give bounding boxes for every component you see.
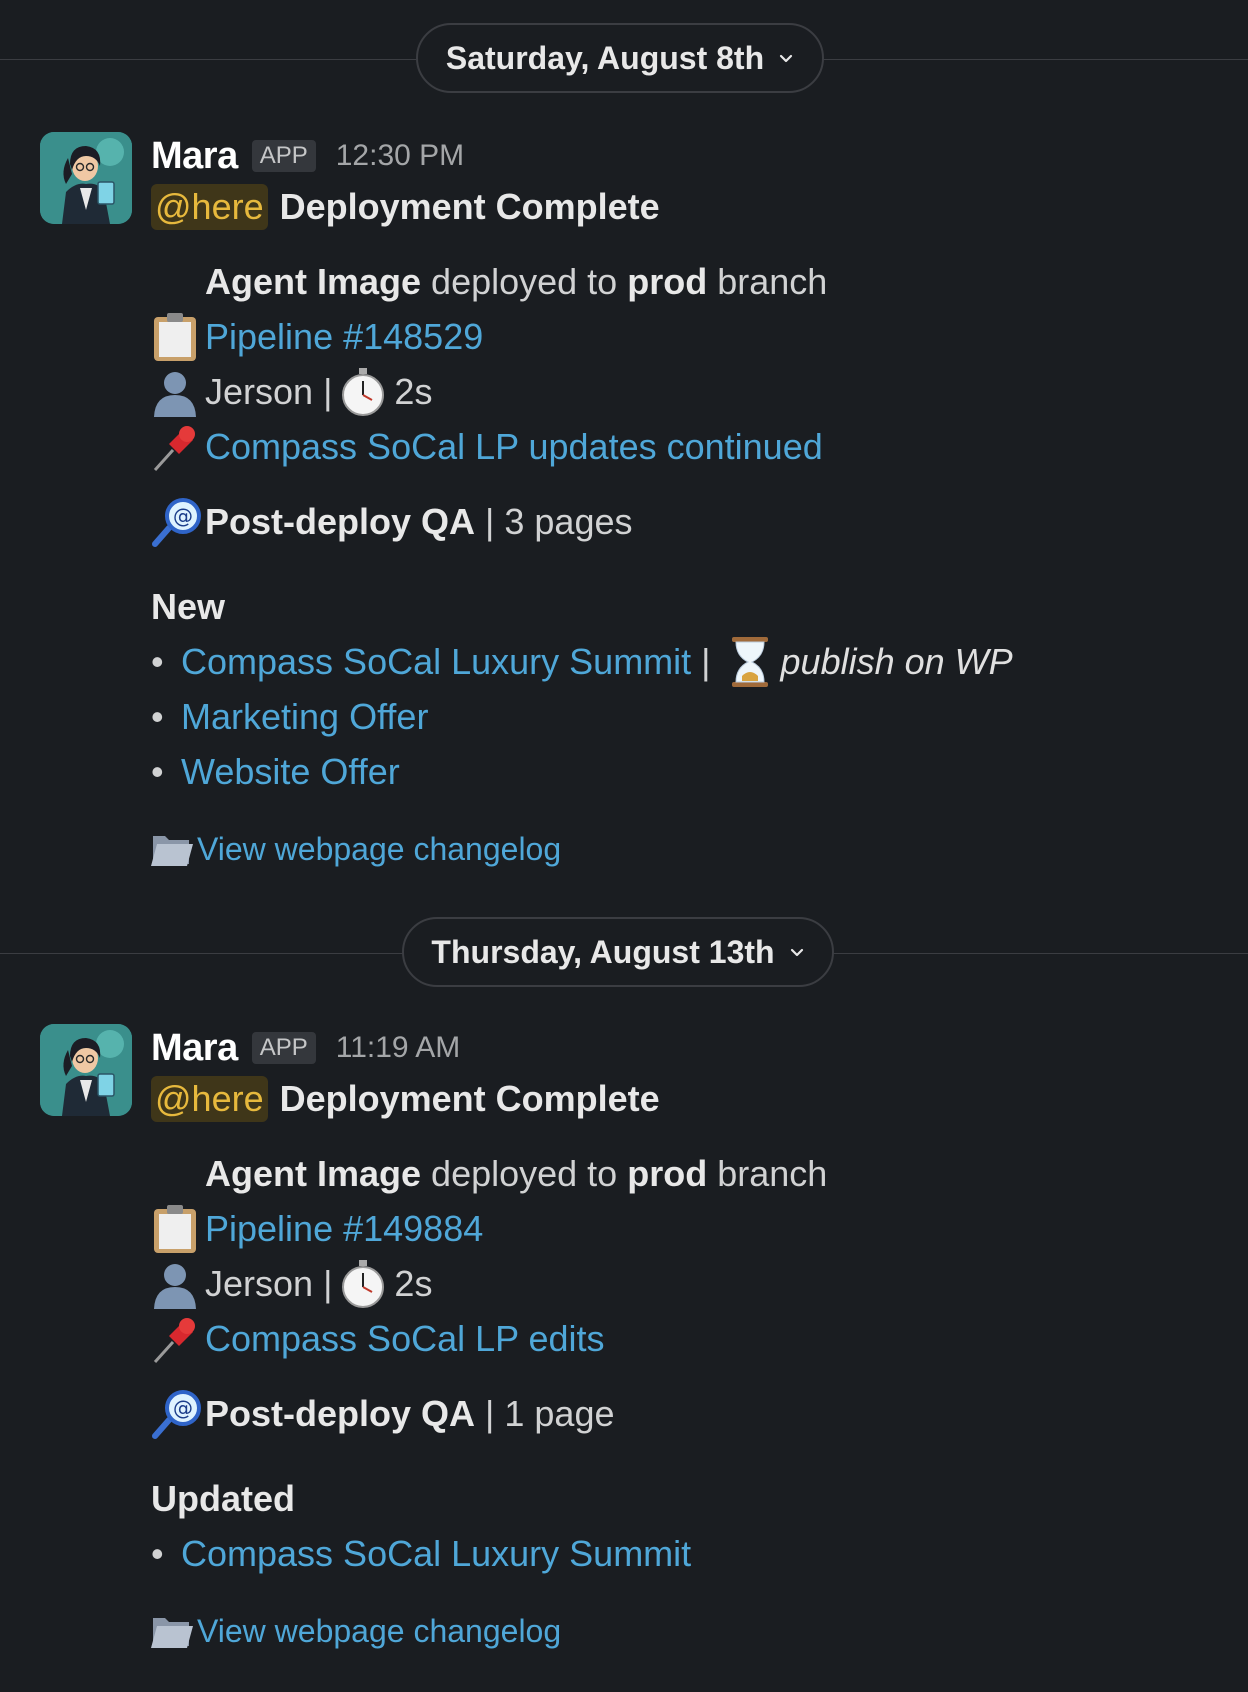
chevron-down-icon — [780, 54, 793, 63]
pushpin-icon — [151, 424, 205, 472]
timestamp[interactable]: 12:30 PM — [336, 139, 464, 173]
date-label: Saturday, August 8th — [445, 39, 765, 76]
bullet: • — [151, 1533, 164, 1574]
hourglass-icon — [725, 637, 775, 687]
date-jump-button[interactable]: Saturday, August 8th — [416, 23, 824, 93]
qa-row: @ Post-deploy QA | 1 page — [151, 1390, 615, 1439]
message-title-row: @here Deployment Complete — [151, 1076, 660, 1122]
message-title: Deployment Complete — [279, 186, 660, 227]
deploy-row: Agent Image deployed to prod branch — [151, 1151, 827, 1197]
deploy-target: prod — [627, 261, 708, 302]
clipboard-icon — [151, 313, 205, 361]
task-row: Compass SoCal LP edits — [151, 1316, 605, 1364]
chevron-down-icon — [790, 948, 803, 957]
bust-in-silhouette-icon — [151, 1261, 205, 1309]
bullet: • — [151, 696, 164, 737]
message-header: Mara APP 12:30 PM — [151, 132, 1211, 180]
date-label: Thursday, August 13th — [431, 933, 775, 970]
separator: | — [323, 371, 333, 412]
changelog-row: View webpage changelog — [151, 826, 561, 872]
section-heading: Updated — [151, 1476, 295, 1522]
date-divider: Saturday, August 8th — [0, 23, 1248, 97]
qa-count: | 1 page — [485, 1393, 615, 1434]
task-link[interactable]: Compass SoCal LP edits — [205, 1316, 605, 1362]
qa-row: @ Post-deploy QA | 3 pages — [151, 498, 633, 547]
clipboard-icon — [151, 1205, 205, 1253]
task-link[interactable]: Compass SoCal LP updates continued — [205, 424, 823, 470]
list-item: • Compass SoCal Luxury Summit — [151, 1531, 691, 1577]
deploy-tail: branch — [707, 261, 828, 302]
folder-icon — [151, 826, 197, 872]
deploy-target: prod — [627, 1153, 708, 1194]
blank-icon — [151, 259, 205, 305]
list-item: • Website Offer — [151, 749, 400, 795]
message: Mara APP 11:19 AM @here Deployment Compl… — [0, 1024, 1248, 1664]
qa-count: | 3 pages — [485, 501, 633, 542]
pipeline-row: Pipeline #149884 — [151, 1205, 483, 1253]
page-link[interactable]: Compass SoCal Luxury Summit — [181, 1531, 691, 1577]
deploy-tail: branch — [707, 1153, 828, 1194]
stopwatch-icon — [338, 1260, 388, 1308]
here-mention[interactable]: @here — [151, 1076, 268, 1122]
page-link[interactable]: Marketing Offer — [181, 694, 428, 740]
page-link[interactable]: Compass SoCal Luxury Summit — [181, 639, 691, 685]
date-divider: Thursday, August 13th — [0, 917, 1248, 991]
separator: | — [323, 1263, 333, 1304]
svg-text:@: @ — [173, 1396, 193, 1420]
blank-icon — [151, 1151, 205, 1197]
app-badge: APP — [251, 140, 316, 172]
user-row: Jerson | 2s — [151, 1260, 433, 1309]
message-header: Mara APP 11:19 AM — [151, 1024, 1211, 1072]
separator: | — [701, 641, 711, 682]
list-item: • Compass SoCal Luxury Summit | publish … — [151, 637, 1013, 687]
deploy-row: Agent Image deployed to prod branch — [151, 259, 827, 305]
changelog-link[interactable]: View webpage changelog — [197, 1608, 561, 1654]
bust-in-silhouette-icon — [151, 369, 205, 417]
date-jump-button[interactable]: Thursday, August 13th — [402, 917, 834, 987]
author-name[interactable]: Mara — [151, 135, 238, 178]
section-heading: New — [151, 584, 225, 630]
pipeline-link[interactable]: Pipeline #149884 — [205, 1206, 483, 1252]
message-title-row: @here Deployment Complete — [151, 184, 660, 230]
svg-text:@: @ — [173, 504, 193, 528]
here-mention[interactable]: @here — [151, 184, 268, 230]
pipeline-link[interactable]: Pipeline #148529 — [205, 314, 483, 360]
user-name: Jerson — [205, 1263, 314, 1304]
section-heading-label: New — [151, 586, 226, 627]
message-title: Deployment Complete — [279, 1078, 660, 1119]
message: Mara APP 12:30 PM @here Deployment Compl… — [0, 132, 1248, 872]
message-content: Mara APP 12:30 PM @here Deployment Compl… — [151, 132, 1211, 867]
task-row: Compass SoCal LP updates continued — [151, 424, 823, 472]
bullet: • — [151, 751, 164, 792]
user-row: Jerson | 2s — [151, 368, 433, 417]
list-item: • Marketing Offer — [151, 694, 428, 740]
folder-icon — [151, 1608, 197, 1654]
changelog-row: View webpage changelog — [151, 1608, 561, 1654]
deploy-mid: deployed to — [421, 261, 628, 302]
duration: 2s — [394, 371, 433, 412]
deploy-mid: deployed to — [421, 1153, 628, 1194]
avatar[interactable] — [40, 1024, 132, 1116]
pipeline-row: Pipeline #148529 — [151, 313, 483, 361]
changelog-link[interactable]: View webpage changelog — [197, 826, 561, 872]
author-name[interactable]: Mara — [151, 1027, 238, 1070]
timestamp[interactable]: 11:19 AM — [336, 1031, 461, 1065]
magnifying-glass-icon: @ — [151, 1390, 205, 1439]
message-content: Mara APP 11:19 AM @here Deployment Compl… — [151, 1024, 1211, 1649]
avatar[interactable] — [40, 132, 132, 224]
duration: 2s — [394, 1263, 433, 1304]
app-badge: APP — [251, 1032, 316, 1064]
bullet: • — [151, 641, 164, 682]
deploy-subject: Agent Image — [205, 1153, 422, 1194]
deploy-subject: Agent Image — [205, 261, 422, 302]
pushpin-icon — [151, 1316, 205, 1364]
stopwatch-icon — [338, 368, 388, 416]
section-heading-label: Updated — [151, 1478, 295, 1519]
qa-label: Post-deploy QA — [205, 501, 476, 542]
qa-label: Post-deploy QA — [205, 1393, 476, 1434]
magnifying-glass-icon: @ — [151, 498, 205, 547]
user-name: Jerson — [205, 371, 314, 412]
page-link[interactable]: Website Offer — [181, 749, 400, 795]
publish-note: publish on WP — [780, 641, 1013, 682]
